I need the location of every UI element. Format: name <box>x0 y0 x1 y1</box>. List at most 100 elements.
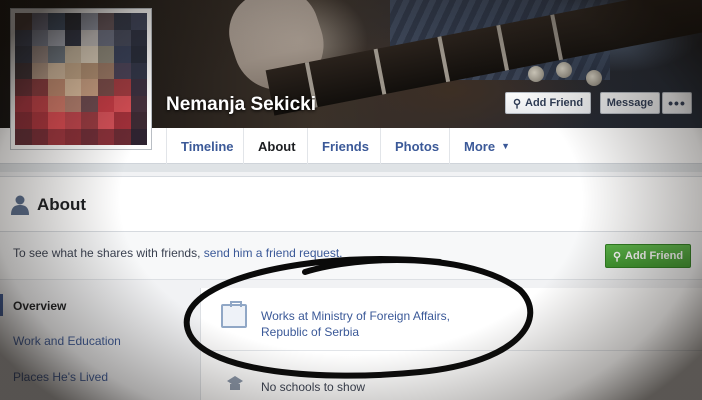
pixelated-avatar <box>15 13 147 145</box>
about-left-nav: Overview Work and Education Places He's … <box>0 288 190 400</box>
avatar-pixel <box>48 13 65 30</box>
avatar-pixel <box>31 29 48 46</box>
avatar-pixel <box>31 128 48 145</box>
avatar-pixel <box>97 95 114 112</box>
avatar-pixel <box>130 13 147 30</box>
avatar-pixel <box>114 128 131 145</box>
avatar-pixel <box>15 29 32 46</box>
avatar-pixel <box>48 29 65 46</box>
avatar-pixel <box>130 79 147 96</box>
avatar-pixel <box>31 79 48 96</box>
add-friend-icon: ⚲ <box>512 97 521 110</box>
avatar-pixel <box>114 46 131 63</box>
avatar-pixel <box>97 62 114 79</box>
tab-more-label: More <box>464 138 496 154</box>
avatar-pixel <box>81 128 98 145</box>
profile-name[interactable]: Nemanja Sekicki <box>166 94 316 116</box>
avatar-pixel <box>97 29 114 46</box>
avatar-pixel <box>31 95 48 112</box>
avatar-pixel <box>81 112 98 129</box>
avatar-pixel <box>48 128 65 145</box>
avatar-pixel <box>15 128 32 145</box>
school-icon <box>227 376 243 390</box>
avatar-pixel <box>130 29 147 46</box>
avatar-pixel <box>64 62 81 79</box>
avatar-pixel <box>114 112 131 129</box>
avatar-pixel <box>81 29 98 46</box>
tab-about[interactable]: About <box>243 128 310 164</box>
avatar-pixel <box>31 13 48 30</box>
avatar-pixel <box>31 62 48 79</box>
avatar-pixel <box>81 46 98 63</box>
avatar-pixel <box>97 46 114 63</box>
more-options-button[interactable]: ••• <box>662 92 692 114</box>
divider <box>201 350 702 351</box>
notice-text: To see what he shares with friends, send… <box>13 246 343 260</box>
avatar-pixel <box>97 79 114 96</box>
avatar-pixel <box>15 13 32 30</box>
avatar-pixel <box>64 95 81 112</box>
avatar-pixel <box>114 13 131 30</box>
avatar-pixel <box>114 95 131 112</box>
tab-timeline[interactable]: Timeline <box>166 128 248 164</box>
notice-prefix: To see what he shares with friends, <box>13 246 204 260</box>
tab-photos[interactable]: Photos <box>380 128 453 164</box>
avatar-pixel <box>48 79 65 96</box>
avatar-pixel <box>81 79 98 96</box>
avatar-pixel <box>31 112 48 129</box>
avatar-pixel <box>48 62 65 79</box>
avatar-pixel <box>64 29 81 46</box>
avatar-pixel <box>64 79 81 96</box>
guitar-peg <box>528 66 544 82</box>
avatar-pixel <box>15 95 32 112</box>
briefcase-icon <box>221 301 247 328</box>
work-entry[interactable]: Works at Ministry of Foreign Affairs, Re… <box>261 308 491 340</box>
avatar-pixel <box>15 62 32 79</box>
nav-item-work-education[interactable]: Work and Education <box>13 334 121 348</box>
about-content: Works at Ministry of Foreign Affairs, Re… <box>200 288 702 400</box>
about-header: About <box>0 176 702 232</box>
avatar-pixel <box>48 46 65 63</box>
guitar-peg <box>556 62 572 78</box>
avatar-pixel <box>64 13 81 30</box>
avatar-pixel <box>48 95 65 112</box>
add-friend-green-button[interactable]: ⚲ Add Friend <box>605 244 691 268</box>
avatar-pixel <box>114 29 131 46</box>
avatar-pixel <box>81 62 98 79</box>
avatar-pixel <box>31 46 48 63</box>
tab-more[interactable]: More ▼ <box>449 128 524 164</box>
avatar-pixel <box>130 128 147 145</box>
nav-item-places-lived[interactable]: Places He's Lived <box>13 370 108 384</box>
add-friend-icon: ⚲ <box>612 250 621 263</box>
add-friend-button[interactable]: ⚲ Add Friend <box>505 92 591 114</box>
avatar-pixel <box>130 95 147 112</box>
avatar-pixel <box>114 79 131 96</box>
send-friend-request-link[interactable]: send him a friend request. <box>204 246 343 260</box>
avatar-pixel <box>64 46 81 63</box>
avatar-pixel <box>97 112 114 129</box>
nav-item-overview[interactable]: Overview <box>13 299 66 313</box>
friend-request-notice: To see what he shares with friends, send… <box>0 232 702 280</box>
avatar-pixel <box>64 112 81 129</box>
avatar-pixel <box>81 95 98 112</box>
nav-active-indicator <box>0 294 3 316</box>
add-friend-green-label: Add Friend <box>625 250 684 262</box>
schools-entry: No schools to show <box>261 380 366 394</box>
person-icon <box>11 195 29 215</box>
avatar-pixel <box>130 62 147 79</box>
avatar-pixel <box>81 13 98 30</box>
avatar-pixel <box>97 13 114 30</box>
add-friend-label: Add Friend <box>525 97 584 109</box>
avatar-pixel <box>114 62 131 79</box>
profile-picture[interactable] <box>10 8 152 150</box>
guitar-peg <box>586 70 602 86</box>
avatar-pixel <box>130 112 147 129</box>
avatar-pixel <box>15 112 32 129</box>
about-title: About <box>37 195 87 214</box>
avatar-pixel <box>48 112 65 129</box>
avatar-pixel <box>15 46 32 63</box>
avatar-pixel <box>130 46 147 63</box>
message-button[interactable]: Message <box>600 92 660 114</box>
avatar-pixel <box>97 128 114 145</box>
tab-friends[interactable]: Friends <box>307 128 383 164</box>
